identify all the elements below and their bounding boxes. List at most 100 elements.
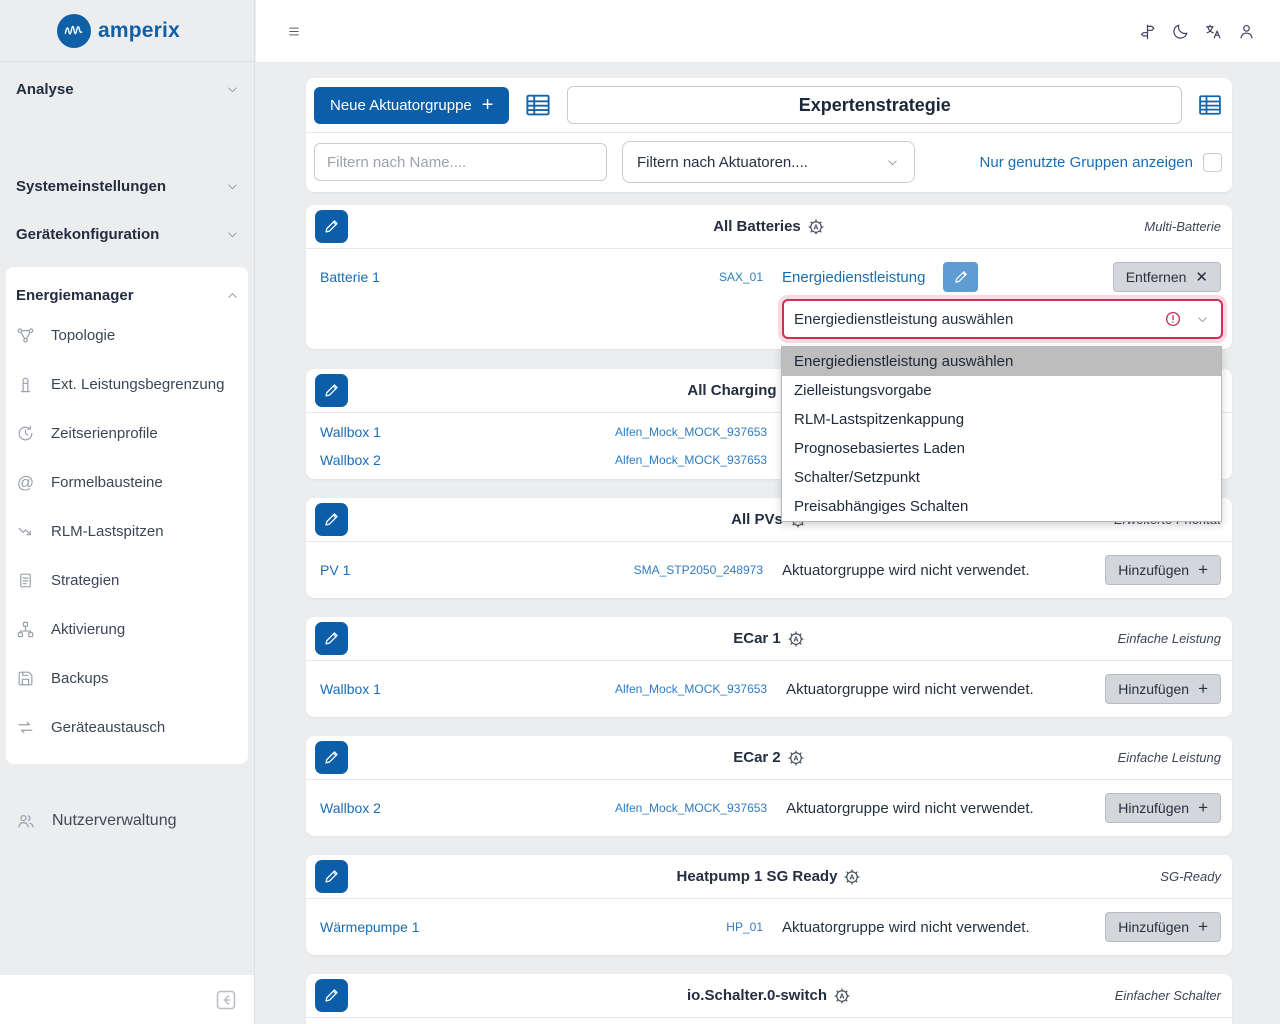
actuator-name-link[interactable]: Wärmepumpe 1 [320,919,615,935]
group-header: All Batteries Multi-Batterie [306,205,1232,249]
toolbar-row-filters: Filtern nach Aktuatoren.... Nur genutzte… [306,133,1232,192]
sidebar-item-ext-leistungsbegrenzung[interactable]: Ext. Leistungsbegrenzung [6,360,248,409]
device-id-link[interactable]: Alfen_Mock_MOCK_937653 [615,682,767,696]
group-card-heatpump-1: Heatpump 1 SG Ready SG-Ready Wärmepumpe … [306,855,1232,955]
dropdown-option[interactable]: Preisabhängiges Schalten [782,492,1221,521]
actuator-name-link[interactable]: Wallbox 1 [320,424,615,440]
edit-group-button[interactable] [315,210,348,243]
signpost-icon[interactable] [1138,22,1157,41]
menu-icon[interactable] [287,23,303,40]
add-button[interactable]: Hinzufügen + [1105,674,1221,704]
sidebar-item-zeitserienprofile[interactable]: Zeitserienprofile [6,409,248,458]
group-body: Batterie 1 SAX_01 Energiedienstleistung … [306,249,1232,349]
actuator-name-link[interactable]: Wallbox 2 [320,800,615,816]
sidebar-item-nutzerverwaltung[interactable]: Nutzerverwaltung [0,811,254,831]
add-button[interactable]: Hinzufügen + [1105,555,1221,585]
sidebar-item-geraeteaustausch[interactable]: Geräteaustausch [6,703,248,752]
sidebar-item-formelbausteine[interactable]: @ Formelbausteine [6,458,248,507]
formula-icon: @ [16,473,35,493]
chevron-down-icon [225,82,240,97]
sidebar-panel-energiemanager: Energiemanager Topologie Ext. Leistungsb… [6,267,248,764]
filter-actuators-select[interactable]: Filtern nach Aktuatoren.... [622,141,915,183]
users-icon [16,811,36,831]
sidebar-section-systemeinstellungen[interactable]: Systemeinstellungen [0,170,254,202]
pencil-icon [953,269,969,285]
new-actuator-group-button[interactable]: Neue Aktuatorgruppe + [314,87,509,124]
edit-service-button[interactable] [943,262,978,292]
group-type-label: Multi-Batterie [1138,219,1221,234]
device-id-link[interactable]: SMA_STP2050_248973 [615,563,763,577]
sidebar-item-rlm-lastspitzen[interactable]: RLM-Lastspitzen [6,507,248,556]
actuator-name-link[interactable]: Batterie 1 [320,269,615,285]
dark-mode-moon-icon[interactable] [1171,22,1190,41]
activation-sitemap-icon [16,620,35,639]
table-view-icon[interactable] [523,90,553,120]
dropdown-option[interactable]: Zielleistungsvorgabe [782,376,1221,405]
device-id-link[interactable]: Alfen_Mock_MOCK_937653 [615,801,767,815]
group-title: ECar 1 [306,630,1232,648]
pencil-icon [323,218,340,235]
sidebar-item-backups[interactable]: Backups [6,654,248,703]
actuator-row: Wallbox 1 Alfen_Mock_MOCK_937653 Aktuato… [320,671,1221,707]
sidebar-item-topologie[interactable]: Topologie [6,311,248,360]
user-account-icon[interactable] [1237,22,1256,41]
actuator-row: PV 1 SMA_STP2050_248973 Aktuatorgruppe w… [320,552,1221,588]
group-title: io.Schalter.0-switch [306,987,1232,1005]
table-view-icon[interactable] [1196,91,1224,119]
group-card-ecar-1: ECar 1 Einfache Leistung Wallbox 1 Alfen… [306,617,1232,717]
chevron-down-icon [1195,312,1210,327]
pencil-icon [323,382,340,399]
group-header: ECar 2 Einfache Leistung [306,736,1232,780]
group-type-label: Einfache Leistung [1112,750,1221,765]
brand-name: amperix [98,19,180,43]
edit-group-button[interactable] [315,374,348,407]
sidebar-section-geraetekonfiguration[interactable]: Gerätekonfiguration [0,218,254,250]
topbar-icons [1138,22,1256,41]
strategy-name-input[interactable] [567,86,1182,124]
edit-group-button[interactable] [315,503,348,536]
group-title: Heatpump 1 SG Ready [306,868,1232,886]
pencil-icon [323,511,340,528]
add-button[interactable]: Hinzufügen + [1105,793,1221,823]
device-id-link[interactable]: HP_01 [615,920,763,934]
edit-group-button[interactable] [315,741,348,774]
group-card-ecar-2: ECar 2 Einfache Leistung Wallbox 2 Alfen… [306,736,1232,836]
device-id-link[interactable]: Alfen_Mock_MOCK_937653 [615,425,767,439]
sidebar-item-aktivierung[interactable]: Aktivierung [6,605,248,654]
error-icon [1164,310,1182,328]
sidebar-item-strategien[interactable]: Strategien [6,556,248,605]
collapse-sidebar-icon[interactable] [214,988,238,1012]
gear-a-badge-icon [787,749,805,767]
only-used-groups: Nur genutzte Gruppen anzeigen [980,153,1222,172]
device-id-link[interactable]: SAX_01 [615,270,763,284]
dropdown-option[interactable]: RLM-Lastspitzenkappung [782,405,1221,434]
sidebar-footer [0,975,254,1024]
edit-group-button[interactable] [315,979,348,1012]
sidebar-section-analyse[interactable]: Analyse [0,73,254,105]
edit-group-button[interactable] [315,622,348,655]
toolbar-row-top: Neue Aktuatorgruppe + [306,78,1232,133]
add-button[interactable]: Hinzufügen + [1105,912,1221,942]
filter-name-input[interactable] [314,143,607,181]
group-status-text: Aktuatorgruppe wird nicht verwendet. [782,562,1030,579]
device-swap-icon [16,718,35,737]
device-id-link[interactable]: Alfen_Mock_MOCK_937653 [615,453,767,467]
language-translate-icon[interactable] [1204,22,1223,41]
only-used-groups-label[interactable]: Nur genutzte Gruppen anzeigen [980,154,1193,171]
only-used-groups-checkbox[interactable] [1203,153,1222,172]
energy-service-select[interactable]: Energiedienstleistung auswählen [782,299,1223,339]
actuator-name-link[interactable]: Wallbox 1 [320,681,615,697]
backups-floppy-icon [16,669,35,688]
edit-group-button[interactable] [315,860,348,893]
group-header: ECar 1 Einfache Leistung [306,617,1232,661]
energy-service-link[interactable]: Energiedienstleistung [782,269,925,286]
actuator-name-link[interactable]: PV 1 [320,562,615,578]
dropdown-option[interactable]: Prognosebasiertes Laden [782,434,1221,463]
dropdown-option[interactable]: Energiedienstleistung auswählen [782,347,1221,376]
remove-button[interactable]: Entfernen ✕ [1113,262,1221,292]
sidebar-section-energiemanager[interactable]: Energiemanager [6,279,248,311]
actuator-name-link[interactable]: Wallbox 2 [320,452,615,468]
sidebar: amperix Analyse Systemeinstellungen Gerä… [0,0,255,1024]
dropdown-option[interactable]: Schalter/Setzpunkt [782,463,1221,492]
plus-icon: + [1198,917,1208,937]
